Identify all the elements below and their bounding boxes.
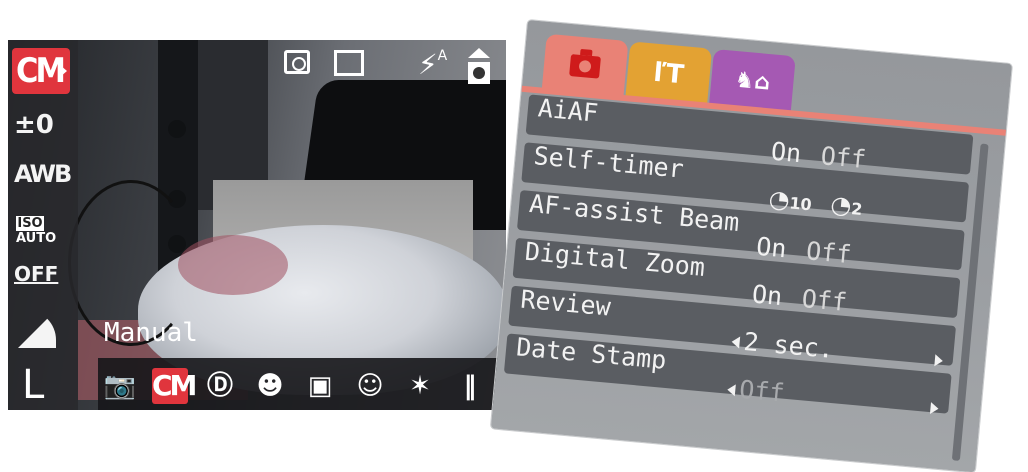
image-size[interactable]: L: [22, 362, 44, 408]
chevron-left-icon[interactable]: [731, 335, 741, 349]
mode-name-label: Manual: [104, 318, 198, 348]
menu-item-label: Review: [519, 284, 612, 322]
flash-auto-label: A: [437, 48, 448, 64]
option-on[interactable]: On: [770, 137, 803, 169]
settings-menu: ľT ♞⌂ AiAF On Off Self-timer ◔10 ◔2 AF-a…: [490, 0, 1028, 472]
shooting-mode-badge[interactable]: CM: [12, 48, 70, 94]
self-timer-2-label: 2: [850, 199, 864, 220]
chevron-right-icon: [60, 65, 67, 77]
stabilizer-status[interactable]: OFF: [14, 262, 58, 286]
option-on[interactable]: On: [751, 279, 784, 311]
compression-quality-icon[interactable]: [18, 310, 56, 348]
af-frame-icon: [334, 50, 364, 76]
digital-macro-icon[interactable]: Ⓓ: [202, 368, 238, 404]
exposure-compensation[interactable]: ±0: [14, 110, 54, 140]
my-camera-tab-icon: ♞⌂: [733, 67, 772, 96]
camera-viewfinder: CM ±0 AWB ISO AUTO OFF L ⚡A Manual 📷 CM Ⓓ ☻…: [8, 40, 506, 410]
iso-value: AUTO: [16, 231, 57, 246]
stitch-icon[interactable]: ‖: [452, 368, 488, 404]
white-balance[interactable]: AWB: [14, 160, 72, 188]
chevron-left-icon[interactable]: [726, 383, 736, 397]
iso-label: ISO: [16, 216, 44, 231]
stabilizer-icon: OFF: [14, 262, 59, 286]
chevron-right-icon[interactable]: [934, 354, 944, 367]
menu-panel: ľT ♞⌂ AiAF On Off Self-timer ◔10 ◔2 AF-a…: [490, 20, 1012, 472]
self-timer-10-icon[interactable]: ◔10: [768, 185, 814, 217]
metering-mode-icon: [284, 50, 310, 74]
iso-setting[interactable]: ISO AUTO: [16, 216, 56, 252]
manual-mode-icon[interactable]: CM: [152, 368, 197, 404]
camera-tab-icon: [569, 54, 601, 79]
self-timer-2-icon[interactable]: ◔2: [829, 190, 863, 221]
shooting-mode-label: CM: [16, 51, 66, 91]
landscape-icon[interactable]: ▣: [302, 368, 338, 404]
portrait-icon[interactable]: ☻: [252, 368, 288, 404]
camera-auto-icon[interactable]: 📷: [102, 368, 138, 404]
osd-left-column: CM ±0 AWB ISO AUTO OFF L: [8, 40, 78, 410]
recording-mode-icon: [468, 48, 490, 84]
flash-icon: ⚡: [418, 48, 438, 81]
party-icon[interactable]: ✶: [402, 368, 438, 404]
menu-item-label: AiAF: [536, 93, 600, 128]
option-on[interactable]: On: [755, 232, 788, 264]
chevron-right-icon[interactable]: [929, 402, 939, 415]
tools-tab-icon: ľT: [652, 57, 686, 91]
menu-item-label: Date Stamp: [515, 332, 668, 375]
kids-pets-icon[interactable]: ☺: [352, 368, 388, 404]
live-preview-image: [8, 40, 506, 410]
menu-item-label: Self-timer: [532, 141, 685, 184]
self-timer-10-label: 10: [788, 193, 813, 215]
date-stamp-value: Off: [738, 374, 786, 408]
flash-mode[interactable]: ⚡A: [418, 48, 447, 81]
